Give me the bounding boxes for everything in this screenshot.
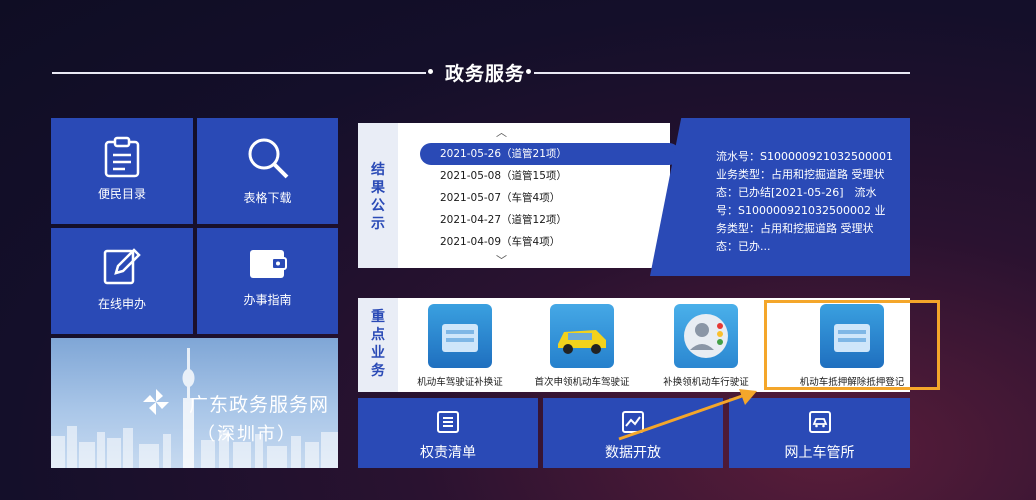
heading-line-right — [534, 72, 910, 74]
car-icon — [550, 304, 614, 368]
key-services-label: 重点业务 — [358, 298, 398, 392]
key-services-label-text: 重点业务 — [371, 309, 385, 379]
result-item[interactable]: 2021-04-27（道管12项） — [420, 209, 680, 231]
tile-online-application[interactable]: 在线申办 — [51, 228, 193, 334]
heading-line-left — [52, 72, 426, 74]
service-vehicle-license[interactable]: 补换领机动车行驶证 — [641, 304, 771, 392]
scroll-up-icon[interactable]: ︿ — [496, 124, 507, 140]
wallet-icon — [248, 246, 288, 286]
result-item[interactable]: 2021-04-09（车管4项） — [420, 231, 680, 253]
highlight-box — [764, 300, 940, 390]
banner-subtitle: （深圳市） — [197, 424, 297, 445]
person-icon — [674, 304, 738, 368]
tile-responsibility-list[interactable]: 权责清单 — [358, 398, 538, 468]
result-detail-text: 流水号：S100000921032500001 业务类型：占用和挖掘道路 受理状… — [716, 150, 893, 253]
service-license-renewal[interactable]: 机动车驾驶证补换证 — [395, 304, 525, 392]
result-item[interactable]: 2021-05-26（道管21项） — [420, 143, 680, 165]
tile-label: 办事指南 — [243, 293, 292, 307]
tile-form-download[interactable]: 表格下载 — [197, 118, 338, 224]
scroll-down-icon[interactable]: ﹀ — [496, 252, 507, 268]
pointer-arrow-icon — [618, 389, 757, 441]
results-label-text: 结果公示 — [371, 162, 385, 232]
gd-gov-logo-icon — [141, 387, 171, 421]
tile-label: 网上车管所 — [784, 445, 855, 461]
list-icon — [436, 410, 460, 438]
folder-icon — [428, 304, 492, 368]
tile-label: 权责清单 — [420, 445, 476, 461]
result-detail-card[interactable]: 流水号：S100000921032500001 业务类型：占用和挖掘道路 受理状… — [650, 118, 910, 276]
result-list: 2021-05-26（道管21项） 2021-05-08（道管15项） 2021… — [420, 143, 680, 253]
heading-dot-left — [428, 69, 433, 74]
gov-service-banner[interactable]: 广东政务服务网 （深圳市） — [51, 338, 338, 468]
tile-label: 数据开放 — [605, 445, 661, 461]
search-icon — [246, 136, 290, 184]
result-item[interactable]: 2021-05-07（车管4项） — [420, 187, 680, 209]
tile-label: 便民目录 — [97, 187, 146, 201]
service-label: 机动车驾驶证补换证 — [417, 377, 503, 388]
car-icon — [808, 410, 832, 438]
section-title: 政务服务 — [444, 63, 525, 85]
result-item[interactable]: 2021-05-08（道管15项） — [420, 165, 680, 187]
results-label: 结果公示 — [358, 123, 398, 268]
tile-service-guide[interactable]: 办事指南 — [197, 228, 338, 334]
tile-label: 在线申办 — [97, 297, 146, 311]
clipboard-icon — [103, 136, 141, 182]
tile-convenience-catalog[interactable]: 便民目录 — [51, 118, 193, 224]
service-first-license[interactable]: 首次申领机动车驾驶证 — [517, 304, 647, 392]
banner-title: 广东政务服务网 — [189, 394, 330, 416]
edit-icon — [102, 246, 142, 290]
tile-label: 表格下载 — [243, 191, 292, 205]
heading-dot-right — [526, 69, 531, 74]
